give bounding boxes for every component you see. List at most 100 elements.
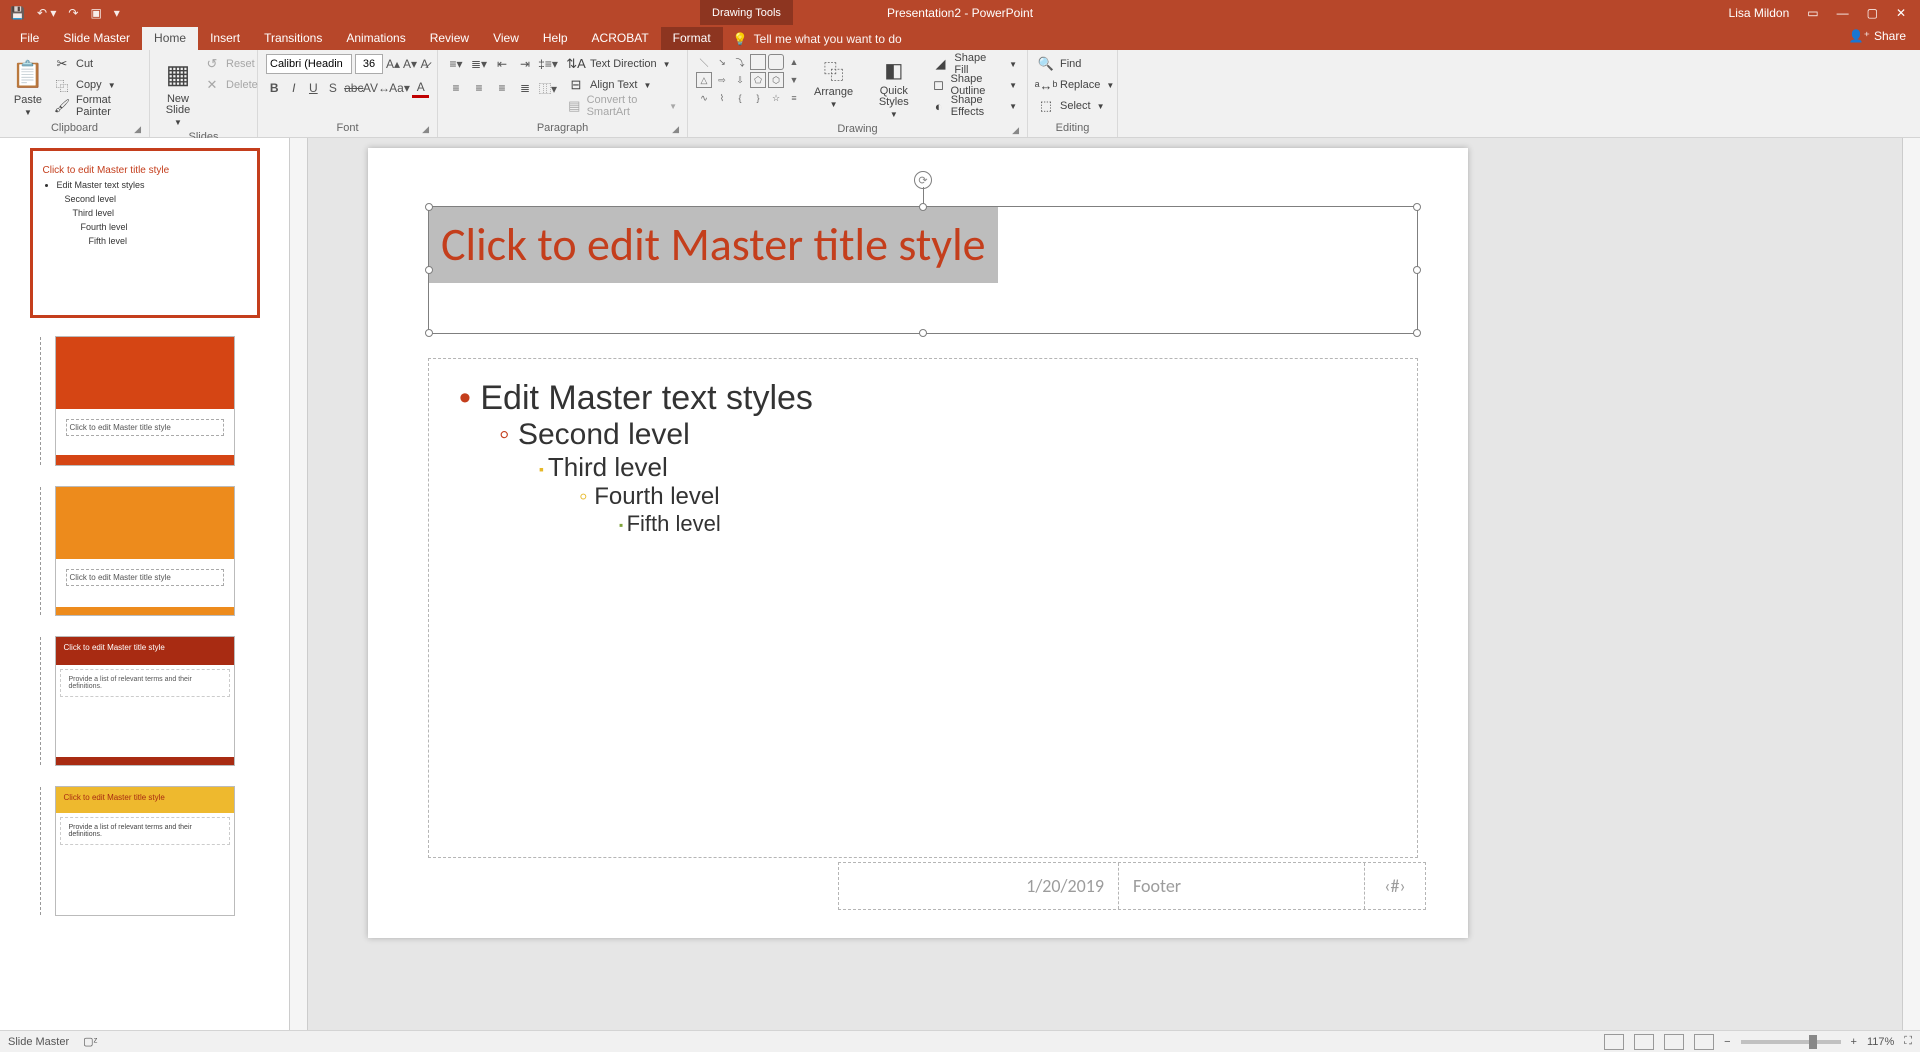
slide-sorter-button[interactable] <box>1634 1034 1654 1050</box>
zoom-out-button[interactable]: − <box>1724 1036 1730 1048</box>
line-spacing-button[interactable]: ‡≡▾ <box>538 54 558 74</box>
slide-thumbnails-pane[interactable]: 1 Click to edit Master title style Edit … <box>0 138 290 1030</box>
quick-styles-button[interactable]: ◧ Quick Styles ▼ <box>865 54 922 121</box>
user-name[interactable]: Lisa Mildon <box>1729 6 1790 20</box>
italic-button[interactable]: I <box>286 78 303 98</box>
tab-file[interactable]: File <box>8 27 51 50</box>
right-arrow-shape-icon[interactable]: ⇨ <box>714 72 730 88</box>
qat-more-icon[interactable]: ▾ <box>114 6 120 20</box>
save-icon[interactable]: 💾 <box>10 6 25 20</box>
resize-handle-w[interactable] <box>425 266 433 274</box>
numbering-button[interactable]: ≣▾ <box>469 54 489 74</box>
align-text-button[interactable]: ⊟Align Text▼ <box>566 75 679 95</box>
paste-button[interactable]: 📋 Paste ▼ <box>8 54 48 119</box>
brace2-shape-icon[interactable]: } <box>750 90 766 106</box>
shape-fill-button[interactable]: ◢Shape Fill▼ <box>931 54 1020 74</box>
clear-formatting-button[interactable]: A̷ <box>420 54 429 74</box>
select-button[interactable]: ⬚Select▼ <box>1036 96 1109 116</box>
layout-thumbnail-1[interactable]: Click to edit Master title style <box>55 336 235 466</box>
freeform-shape-icon[interactable]: ⌇ <box>714 90 730 106</box>
tell-me-search[interactable]: 💡 Tell me what you want to do <box>723 28 912 50</box>
paragraph-dialog-launcher[interactable]: ◢ <box>672 124 679 135</box>
shrink-font-button[interactable]: A▾ <box>403 54 417 74</box>
title-text[interactable]: Click to edit Master title style <box>429 207 998 283</box>
slide-number-placeholder[interactable]: ‹#› <box>1365 863 1425 909</box>
increase-indent-button[interactable]: ⇥ <box>515 54 535 74</box>
shapes-gallery[interactable]: ＼ ↘ ⤵ ▲ △ ⇨ ⇩ ⬠ ⬡ ▼ ∿ ⌇ { } ☆ ≡ <box>696 54 802 106</box>
resize-handle-nw[interactable] <box>425 203 433 211</box>
resize-handle-n[interactable] <box>919 203 927 211</box>
body-placeholder[interactable]: Edit Master text styles Second level Thi… <box>428 358 1418 858</box>
bullet-level-2[interactable]: Second level <box>459 418 1387 452</box>
title-placeholder[interactable]: ⟳ Click to edit Master title style <box>428 206 1418 334</box>
tab-review[interactable]: Review <box>418 27 481 50</box>
resize-handle-ne[interactable] <box>1413 203 1421 211</box>
shape-outline-button[interactable]: ◻Shape Outline▼ <box>931 75 1020 95</box>
connector-shape-icon[interactable]: ⤵ <box>732 54 748 70</box>
decrease-indent-button[interactable]: ⇤ <box>492 54 512 74</box>
font-size-input[interactable] <box>355 54 383 74</box>
minimize-icon[interactable]: — <box>1837 6 1849 20</box>
align-left-button[interactable]: ≡ <box>446 78 466 98</box>
vertical-scrollbar[interactable] <box>1902 138 1920 1030</box>
fit-to-window-button[interactable]: ⛶ <box>1904 1035 1912 1048</box>
font-color-button[interactable]: A <box>412 78 429 98</box>
bold-button[interactable]: B <box>266 78 283 98</box>
resize-handle-e[interactable] <box>1413 266 1421 274</box>
justify-button[interactable]: ≣ <box>515 78 535 98</box>
bullet-level-5[interactable]: Fifth level <box>459 511 1387 537</box>
arrow-shape-icon[interactable]: ↘ <box>714 54 730 70</box>
align-center-button[interactable]: ≡ <box>469 78 489 98</box>
replace-button[interactable]: ᵃ↔ᵇReplace▼ <box>1036 75 1109 95</box>
format-painter-button[interactable]: 🖌Format Painter <box>52 96 141 116</box>
align-right-button[interactable]: ≡ <box>492 78 512 98</box>
change-case-button[interactable]: Aa▾ <box>389 78 409 98</box>
grow-font-button[interactable]: A▴ <box>386 54 400 74</box>
share-button[interactable]: 👤⁺ Share <box>1849 29 1906 43</box>
curve-shape-icon[interactable]: ∿ <box>696 90 712 106</box>
font-name-input[interactable] <box>266 54 352 74</box>
close-icon[interactable]: ✕ <box>1896 6 1906 20</box>
date-placeholder[interactable]: 1/20/2019 <box>839 863 1119 909</box>
gallery-more-icon[interactable]: ≡ <box>786 90 802 106</box>
zoom-slider[interactable] <box>1741 1040 1841 1044</box>
tab-view[interactable]: View <box>481 27 531 50</box>
layout-thumbnail-2[interactable]: Click to edit Master title style <box>55 486 235 616</box>
star-shape-icon[interactable]: ☆ <box>768 90 784 106</box>
text-direction-button[interactable]: ⇅AText Direction▼ <box>566 54 679 74</box>
gallery-down-icon[interactable]: ▼ <box>786 72 802 88</box>
bullet-level-3[interactable]: Third level <box>459 452 1387 483</box>
tab-format[interactable]: Format <box>661 27 723 50</box>
font-dialog-launcher[interactable]: ◢ <box>422 124 429 135</box>
copy-button[interactable]: ⿻Copy▼ <box>52 75 141 95</box>
bullet-level-4[interactable]: Fourth level <box>459 483 1387 511</box>
strikethrough-button[interactable]: abc <box>344 78 363 98</box>
zoom-in-button[interactable]: + <box>1851 1036 1857 1048</box>
hexagon-shape-icon[interactable]: ⬡ <box>768 72 784 88</box>
master-thumbnail[interactable]: Click to edit Master title style Edit Ma… <box>30 148 260 318</box>
ribbon-display-icon[interactable]: ▭ <box>1807 6 1818 20</box>
underline-button[interactable]: U <box>305 78 322 98</box>
find-button[interactable]: 🔍Find <box>1036 54 1109 74</box>
tab-transitions[interactable]: Transitions <box>252 27 334 50</box>
slide-edit-area[interactable]: ⟳ Click to edit Master title style Edit … <box>308 138 1902 1030</box>
status-lang-icon[interactable]: ▢ᶻ <box>83 1035 97 1048</box>
brace-shape-icon[interactable]: { <box>732 90 748 106</box>
layout-thumbnail-3[interactable]: Click to edit Master title style Provide… <box>55 636 235 766</box>
pentagon-shape-icon[interactable]: ⬠ <box>750 72 766 88</box>
triangle-shape-icon[interactable]: △ <box>696 72 712 88</box>
redo-icon[interactable]: ↷ <box>68 6 78 20</box>
zoom-thumb[interactable] <box>1809 1035 1817 1049</box>
reading-view-button[interactable] <box>1664 1034 1684 1050</box>
columns-button[interactable]: ⿲▾ <box>538 78 558 98</box>
resize-handle-sw[interactable] <box>425 329 433 337</box>
undo-icon[interactable]: ↶ ▾ <box>37 6 56 20</box>
tab-acrobat[interactable]: ACROBAT <box>580 27 661 50</box>
resize-handle-s[interactable] <box>919 329 927 337</box>
slide-canvas[interactable]: ⟳ Click to edit Master title style Edit … <box>368 148 1468 938</box>
maximize-icon[interactable]: ▢ <box>1867 6 1878 20</box>
new-slide-button[interactable]: ▦ New Slide ▼ <box>158 54 198 129</box>
start-from-beginning-icon[interactable]: ▣ <box>90 6 101 20</box>
char-spacing-button[interactable]: AV↔ <box>366 78 386 98</box>
shadow-button[interactable]: S <box>325 78 342 98</box>
